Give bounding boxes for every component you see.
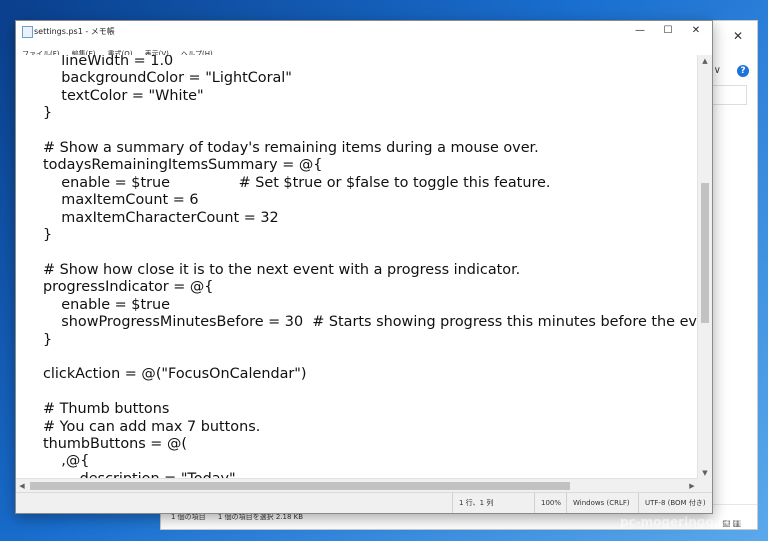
vertical-scroll-thumb[interactable] — [701, 183, 709, 323]
window-title: settings.ps1 - メモ帳 — [34, 27, 115, 36]
help-icon[interactable]: ? — [737, 65, 749, 77]
watermark-logo: pc-mogeringo.com — [620, 515, 746, 529]
background-window-close-icon[interactable]: ✕ — [733, 29, 743, 43]
maximize-button[interactable]: ☐ — [654, 23, 682, 39]
statusbar: 1 行、1 列 100% Windows (CRLF) UTF-8 (BOM 付… — [16, 492, 712, 513]
encoding: UTF-8 (BOM 付き) — [638, 493, 715, 513]
item-count-label: 1 個の項目 — [171, 513, 206, 521]
code-text[interactable]: lineWidth = 1.0 backgroundColor = "Light… — [16, 55, 698, 479]
scroll-right-arrow-icon[interactable]: ▶ — [686, 479, 698, 493]
titlebar[interactable]: settings.ps1 - メモ帳 — ☐ ✕ — [16, 21, 712, 41]
scroll-up-arrow-icon[interactable]: ▲ — [698, 55, 712, 67]
scrollbar-corner — [698, 479, 712, 493]
search-box[interactable] — [709, 85, 747, 105]
notepad-app-icon — [22, 26, 33, 38]
horizontal-scrollbar[interactable]: ◀ ▶ — [16, 478, 698, 493]
text-editor-area[interactable]: lineWidth = 1.0 backgroundColor = "Light… — [16, 55, 698, 479]
scroll-down-arrow-icon[interactable]: ▼ — [698, 467, 712, 479]
ribbon-expand-chevron-icon[interactable]: ∨ — [714, 65, 721, 76]
line-ending: Windows (CRLF) — [566, 493, 645, 513]
horizontal-scroll-thumb[interactable] — [30, 482, 570, 490]
minimize-button[interactable]: — — [626, 23, 654, 39]
cursor-position: 1 行、1 列 — [452, 493, 535, 513]
notepad-window: settings.ps1 - メモ帳 — ☐ ✕ ファイル(F) 編集(E) 書… — [15, 20, 713, 514]
selection-info-label: 1 個の項目を選択 2.18 KB — [217, 513, 304, 521]
scroll-left-arrow-icon[interactable]: ◀ — [16, 479, 28, 493]
close-button[interactable]: ✕ — [682, 23, 710, 39]
vertical-scrollbar[interactable]: ▲ ▼ — [697, 55, 712, 479]
menubar: ファイル(F) 編集(E) 書式(O) 表示(V) ヘルプ(H) — [16, 41, 712, 58]
